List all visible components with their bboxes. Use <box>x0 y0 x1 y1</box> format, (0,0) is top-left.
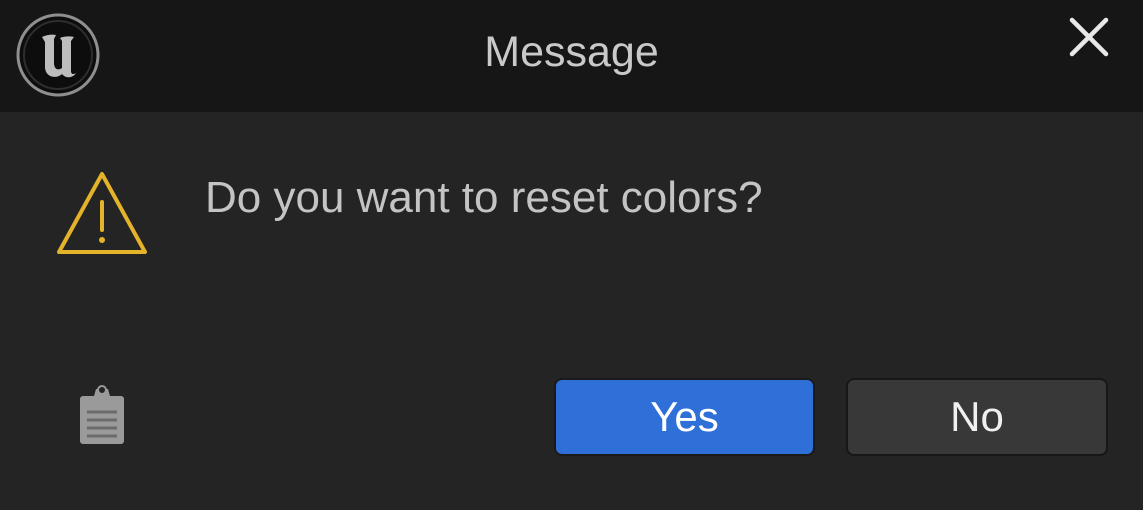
window-title: Message <box>484 28 659 76</box>
yes-button[interactable]: Yes <box>554 378 815 456</box>
close-icon[interactable] <box>1062 12 1118 68</box>
dialog-message: Do you want to reset colors? <box>205 173 763 222</box>
message-dialog: Message Do you want to reset colors? Yes… <box>0 0 1143 510</box>
warning-icon <box>54 168 150 260</box>
title-bar[interactable]: Message <box>0 0 1143 112</box>
no-button[interactable]: No <box>846 378 1108 456</box>
clipboard-icon[interactable] <box>74 384 130 446</box>
